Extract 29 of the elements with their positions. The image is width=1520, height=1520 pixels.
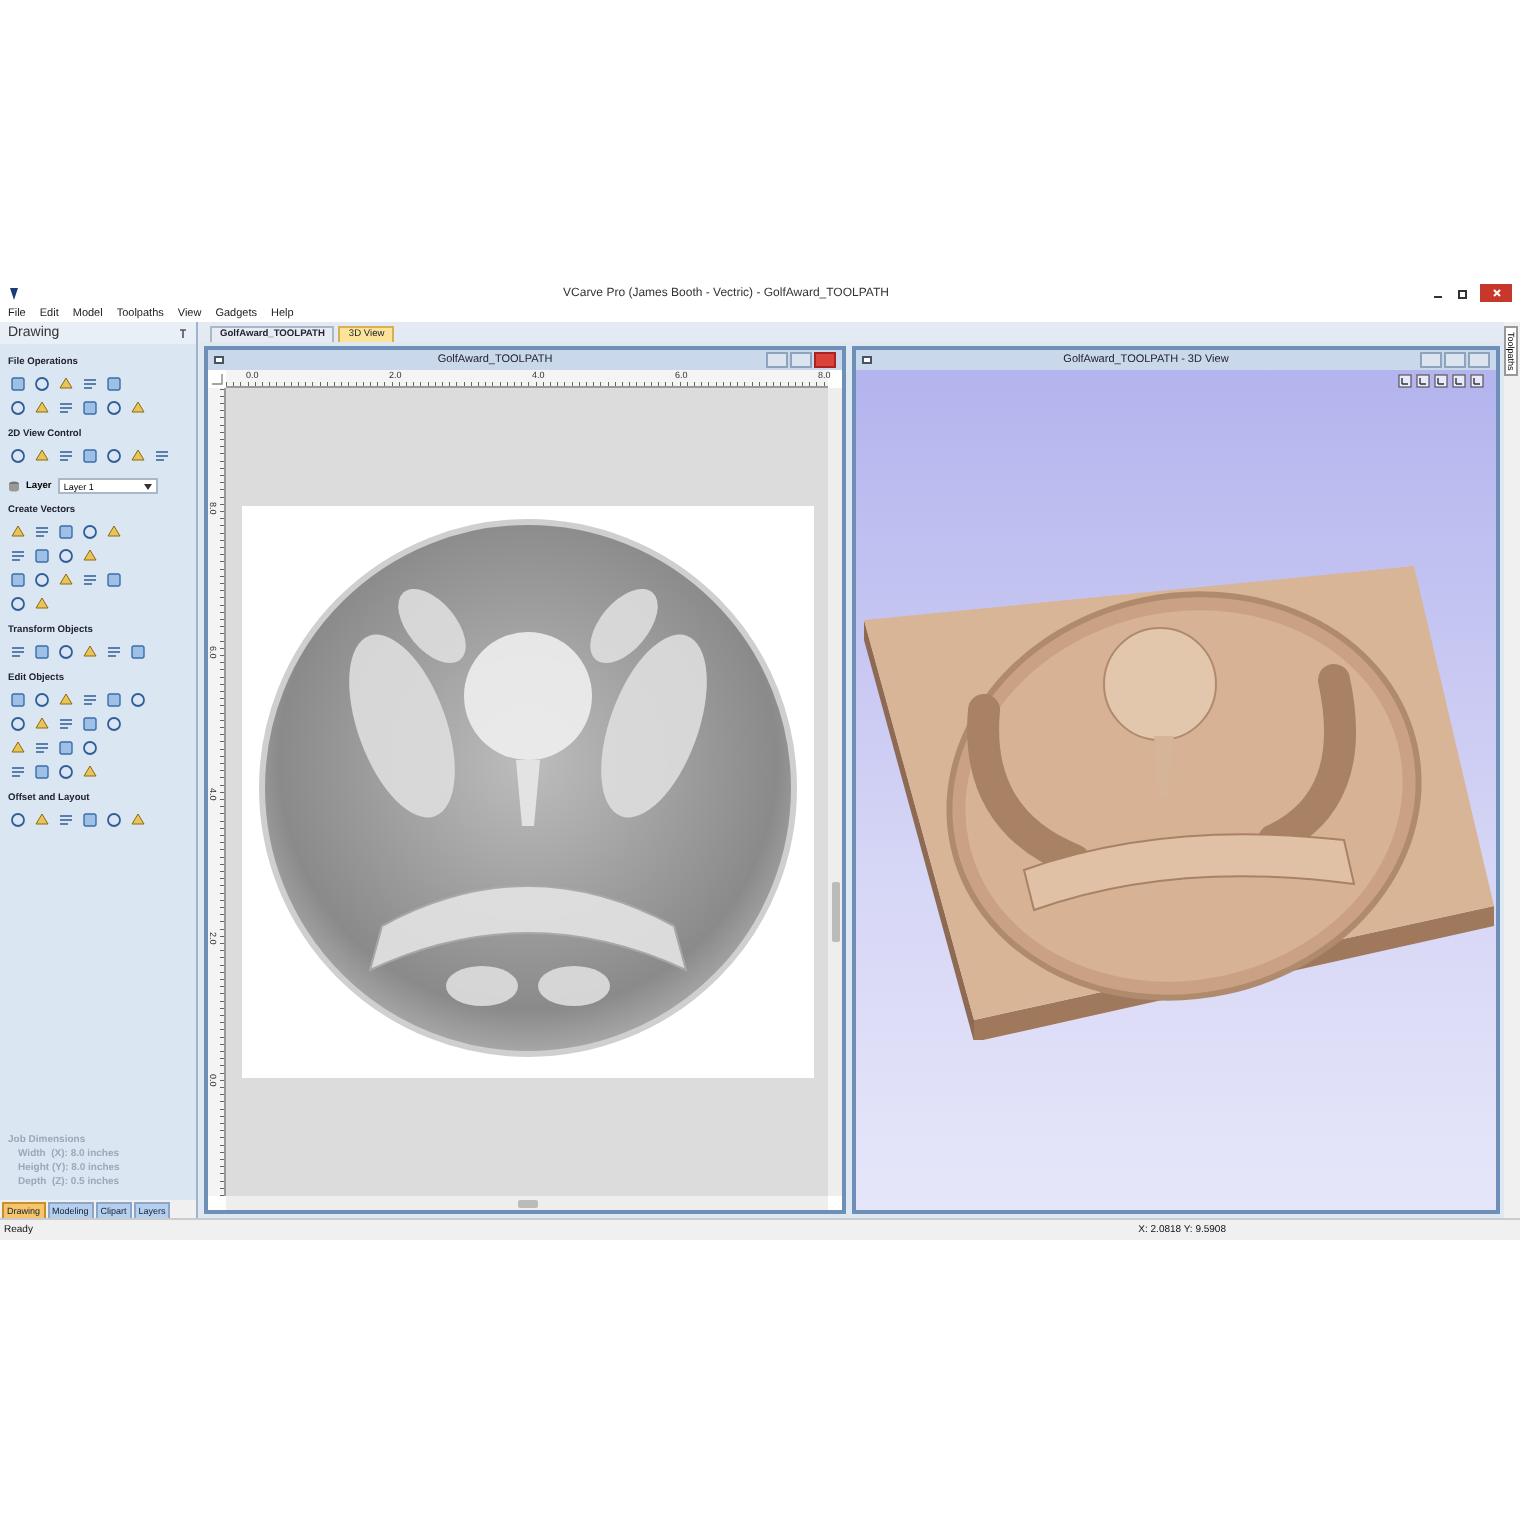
tool-icon[interactable] xyxy=(82,572,98,588)
window-icon[interactable] xyxy=(214,356,224,364)
tool-icon[interactable] xyxy=(154,448,170,464)
tool-icon[interactable] xyxy=(82,376,98,392)
tool-icon[interactable] xyxy=(106,644,122,660)
tool-icon[interactable] xyxy=(58,400,74,416)
tool-icon[interactable] xyxy=(58,716,74,732)
tool-icon[interactable] xyxy=(82,692,98,708)
ruler-corner-icon xyxy=(208,370,226,388)
pin-icon[interactable] xyxy=(178,327,188,339)
tool-icon[interactable] xyxy=(10,548,26,564)
restore-button[interactable] xyxy=(790,352,812,368)
window-icon[interactable] xyxy=(862,356,872,364)
tool-icon[interactable] xyxy=(58,448,74,464)
layer-stack-icon xyxy=(8,480,20,492)
tool-icon[interactable] xyxy=(34,524,50,540)
horizontal-scrollbar[interactable] xyxy=(226,1196,828,1210)
tool-icon[interactable] xyxy=(10,644,26,660)
close-icon xyxy=(1491,288,1501,298)
close-button[interactable] xyxy=(1480,284,1512,302)
tool-icon[interactable] xyxy=(58,812,74,828)
tool-icon[interactable] xyxy=(34,740,50,756)
maximize-icon[interactable] xyxy=(1456,287,1468,299)
tool-icon[interactable] xyxy=(130,644,146,660)
caret-icon xyxy=(143,483,152,489)
app-logo-icon xyxy=(8,286,20,300)
vertical-scrollbar[interactable] xyxy=(828,388,842,1196)
tool-icon[interactable] xyxy=(10,764,26,780)
minimize-button[interactable] xyxy=(766,352,788,368)
